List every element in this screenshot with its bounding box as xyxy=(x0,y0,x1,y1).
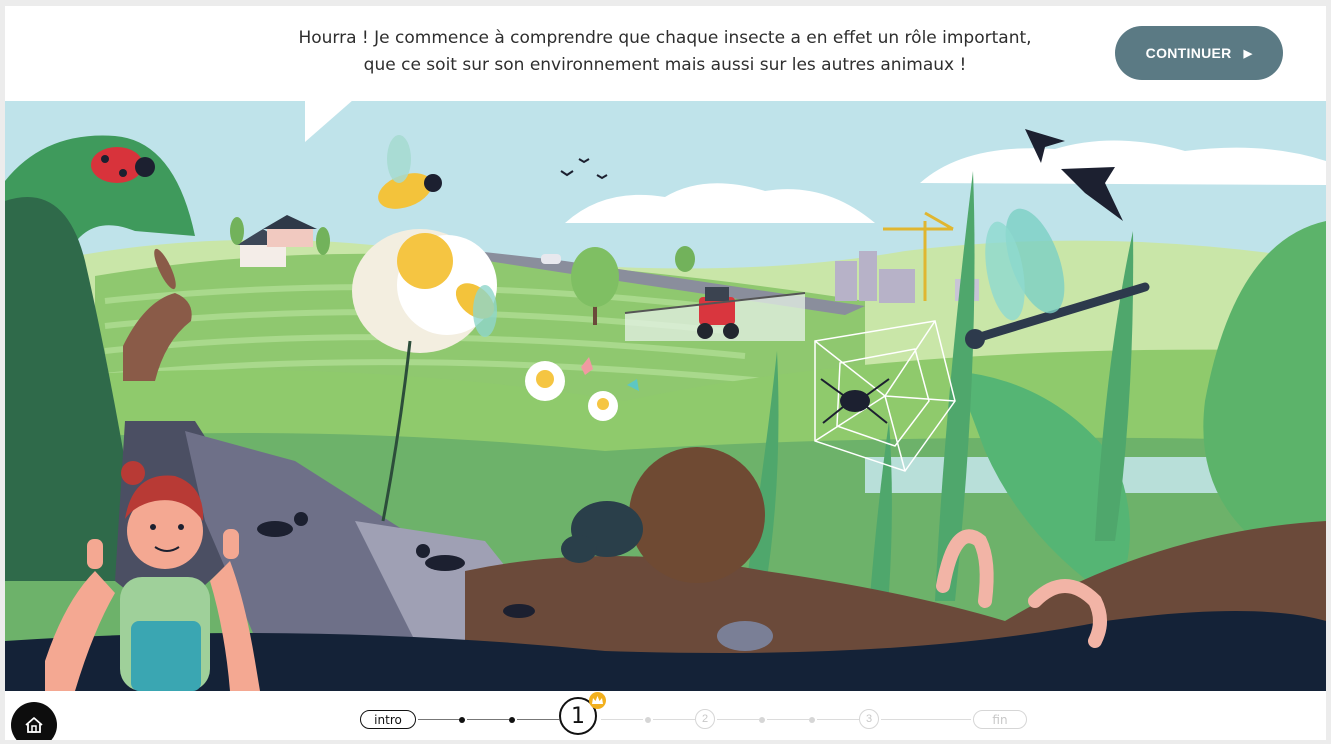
step-2-label: 2 xyxy=(701,713,709,725)
speech-bubble-tail xyxy=(305,100,353,142)
speech-line-1: Hourra ! Je commence à comprendre que ch… xyxy=(298,28,1032,48)
step-current-label: 1 xyxy=(571,703,585,729)
step-3-label: 3 xyxy=(865,713,873,725)
progress-segment xyxy=(517,719,559,720)
progress-segment xyxy=(717,719,759,720)
step-3[interactable]: 3 xyxy=(859,709,879,729)
step-fin[interactable]: fin xyxy=(973,710,1027,729)
dung-ball xyxy=(629,447,765,583)
progress-dot xyxy=(759,717,765,723)
car xyxy=(541,254,561,264)
speech-banner: Hourra ! Je commence à comprendre que ch… xyxy=(5,6,1326,101)
crown-icon xyxy=(589,692,606,709)
progress-segment xyxy=(881,719,971,720)
progress-dot xyxy=(645,717,651,723)
scene-illustration xyxy=(5,101,1326,691)
speech-text: Hourra ! Je commence à comprendre que ch… xyxy=(225,25,1105,79)
progress-segment xyxy=(418,719,460,720)
progress-dot xyxy=(509,717,515,723)
progress-segment xyxy=(653,719,695,720)
bottom-navigation: intro 1 2 3 fin xyxy=(5,691,1326,740)
app-frame: Hourra ! Je commence à comprendre que ch… xyxy=(5,6,1326,740)
progress-dot xyxy=(809,717,815,723)
step-intro-label: intro xyxy=(374,712,402,727)
progress-dot xyxy=(459,717,465,723)
continue-label: CONTINUER xyxy=(1145,45,1232,61)
progress-segment xyxy=(767,719,809,720)
step-fin-label: fin xyxy=(992,712,1008,727)
step-2[interactable]: 2 xyxy=(695,709,715,729)
woodlouse xyxy=(717,621,773,651)
continue-button[interactable]: CONTINUER ▶ xyxy=(1115,26,1283,80)
progress-segment xyxy=(601,719,643,720)
step-intro[interactable]: intro xyxy=(360,710,416,729)
progress-segment xyxy=(467,719,509,720)
play-triangle-icon: ▶ xyxy=(1243,47,1253,60)
progress-segment xyxy=(817,719,859,720)
speech-line-2: que ce soit sur son environnement mais a… xyxy=(363,55,967,75)
progress-tracker: intro 1 2 3 fin xyxy=(5,691,1326,740)
